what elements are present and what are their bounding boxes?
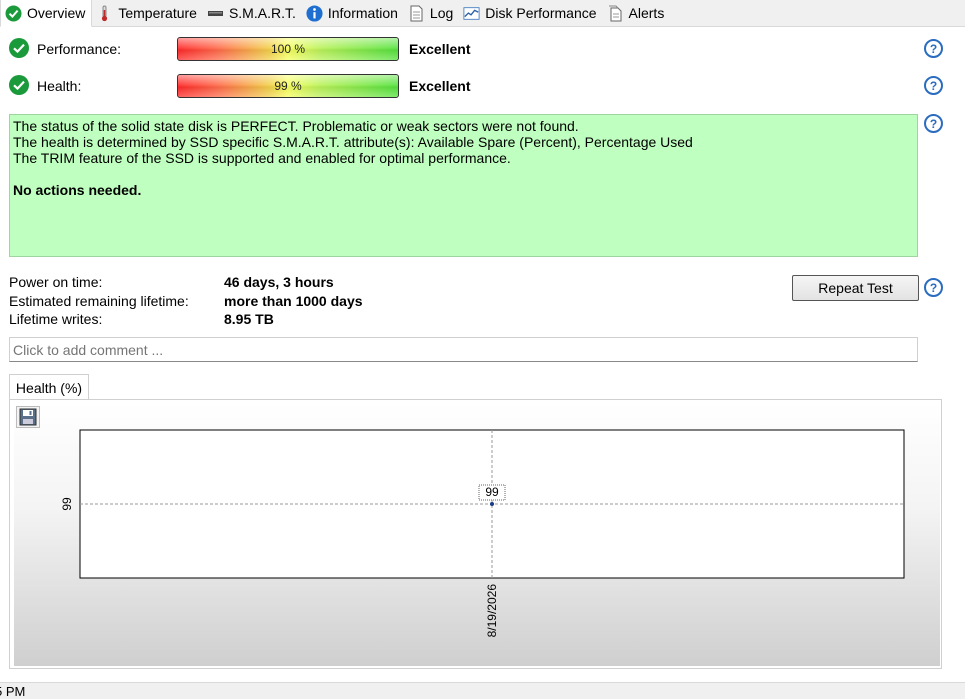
remaining-lifetime-value: more than 1000 days: [224, 293, 363, 309]
performance-rating: Excellent: [409, 41, 471, 57]
check-icon: [5, 5, 22, 22]
chart-icon: [463, 5, 480, 22]
alerts-document-icon: [607, 5, 624, 22]
info-icon: [306, 4, 323, 22]
tab-disk-performance[interactable]: Disk Performance: [459, 0, 602, 26]
tab-label: Overview: [27, 5, 86, 21]
health-value: 99 %: [274, 79, 302, 93]
tab-bar: Overview Temperature S.M.A.R.T. Informat…: [0, 0, 965, 27]
chart-panel: 99 99 8/19/2026: [9, 399, 942, 669]
tab-alerts[interactable]: Alerts: [603, 0, 671, 26]
data-point: [490, 502, 494, 506]
lifetime-writes-value: 8.95 TB: [224, 311, 274, 327]
tab-label: Alerts: [628, 5, 665, 21]
status-line-2: The health is determined by SSD specific…: [13, 134, 693, 150]
tab-label: S.M.A.R.T.: [228, 5, 296, 21]
performance-check-icon: [9, 38, 29, 58]
tab-log[interactable]: Log: [404, 0, 459, 26]
status-line-1: The status of the solid state disk is PE…: [13, 118, 579, 134]
comment-input[interactable]: [9, 337, 918, 362]
data-label: 99: [485, 485, 499, 499]
health-check-icon: [9, 75, 29, 95]
repeat-test-button[interactable]: Repeat Test: [792, 275, 919, 301]
remaining-lifetime-label: Estimated remaining lifetime:: [9, 293, 189, 309]
performance-label: Performance:: [37, 41, 122, 57]
performance-help-icon[interactable]: ?: [924, 39, 943, 58]
status-message-box: The status of the solid state disk is PE…: [9, 114, 918, 257]
health-rating: Excellent: [409, 78, 471, 94]
tab-label: Log: [429, 5, 454, 21]
status-line-3: The TRIM feature of the SSD is supported…: [13, 150, 511, 166]
y-tick-label: 99: [60, 497, 74, 511]
tab-health-chart[interactable]: Health (%): [9, 374, 89, 400]
repeat-test-help-icon[interactable]: ?: [924, 278, 943, 297]
tab-smart[interactable]: S.M.A.R.T.: [203, 0, 302, 26]
power-on-label: Power on time:: [9, 274, 103, 290]
tab-label: Temperature: [118, 5, 197, 21]
tab-label: Information: [327, 5, 398, 21]
tab-overview[interactable]: Overview: [0, 0, 93, 27]
health-help-icon[interactable]: ?: [924, 76, 943, 95]
thermometer-icon: [96, 5, 113, 22]
lifetime-writes-label: Lifetime writes:: [9, 311, 103, 327]
power-on-value: 46 days, 3 hours: [224, 274, 334, 290]
tab-label: Disk Performance: [485, 5, 597, 21]
performance-value: 100 %: [270, 42, 306, 56]
health-chart: 99 99 8/19/2026: [60, 429, 905, 638]
x-tick-label: 8/19/2026: [485, 584, 499, 638]
disk-drive-icon: [207, 5, 224, 22]
document-icon: [408, 5, 425, 22]
health-label: Health:: [37, 78, 82, 94]
status-bar: 5 PM: [0, 682, 965, 699]
performance-bar: 100 %: [177, 37, 399, 61]
status-help-icon[interactable]: ?: [924, 114, 943, 133]
tab-information[interactable]: Information: [302, 0, 404, 26]
status-bar-time: 5 PM: [0, 684, 26, 699]
health-bar: 99 %: [177, 74, 399, 98]
tab-temperature[interactable]: Temperature: [92, 0, 203, 26]
status-action: No actions needed.: [13, 182, 142, 198]
